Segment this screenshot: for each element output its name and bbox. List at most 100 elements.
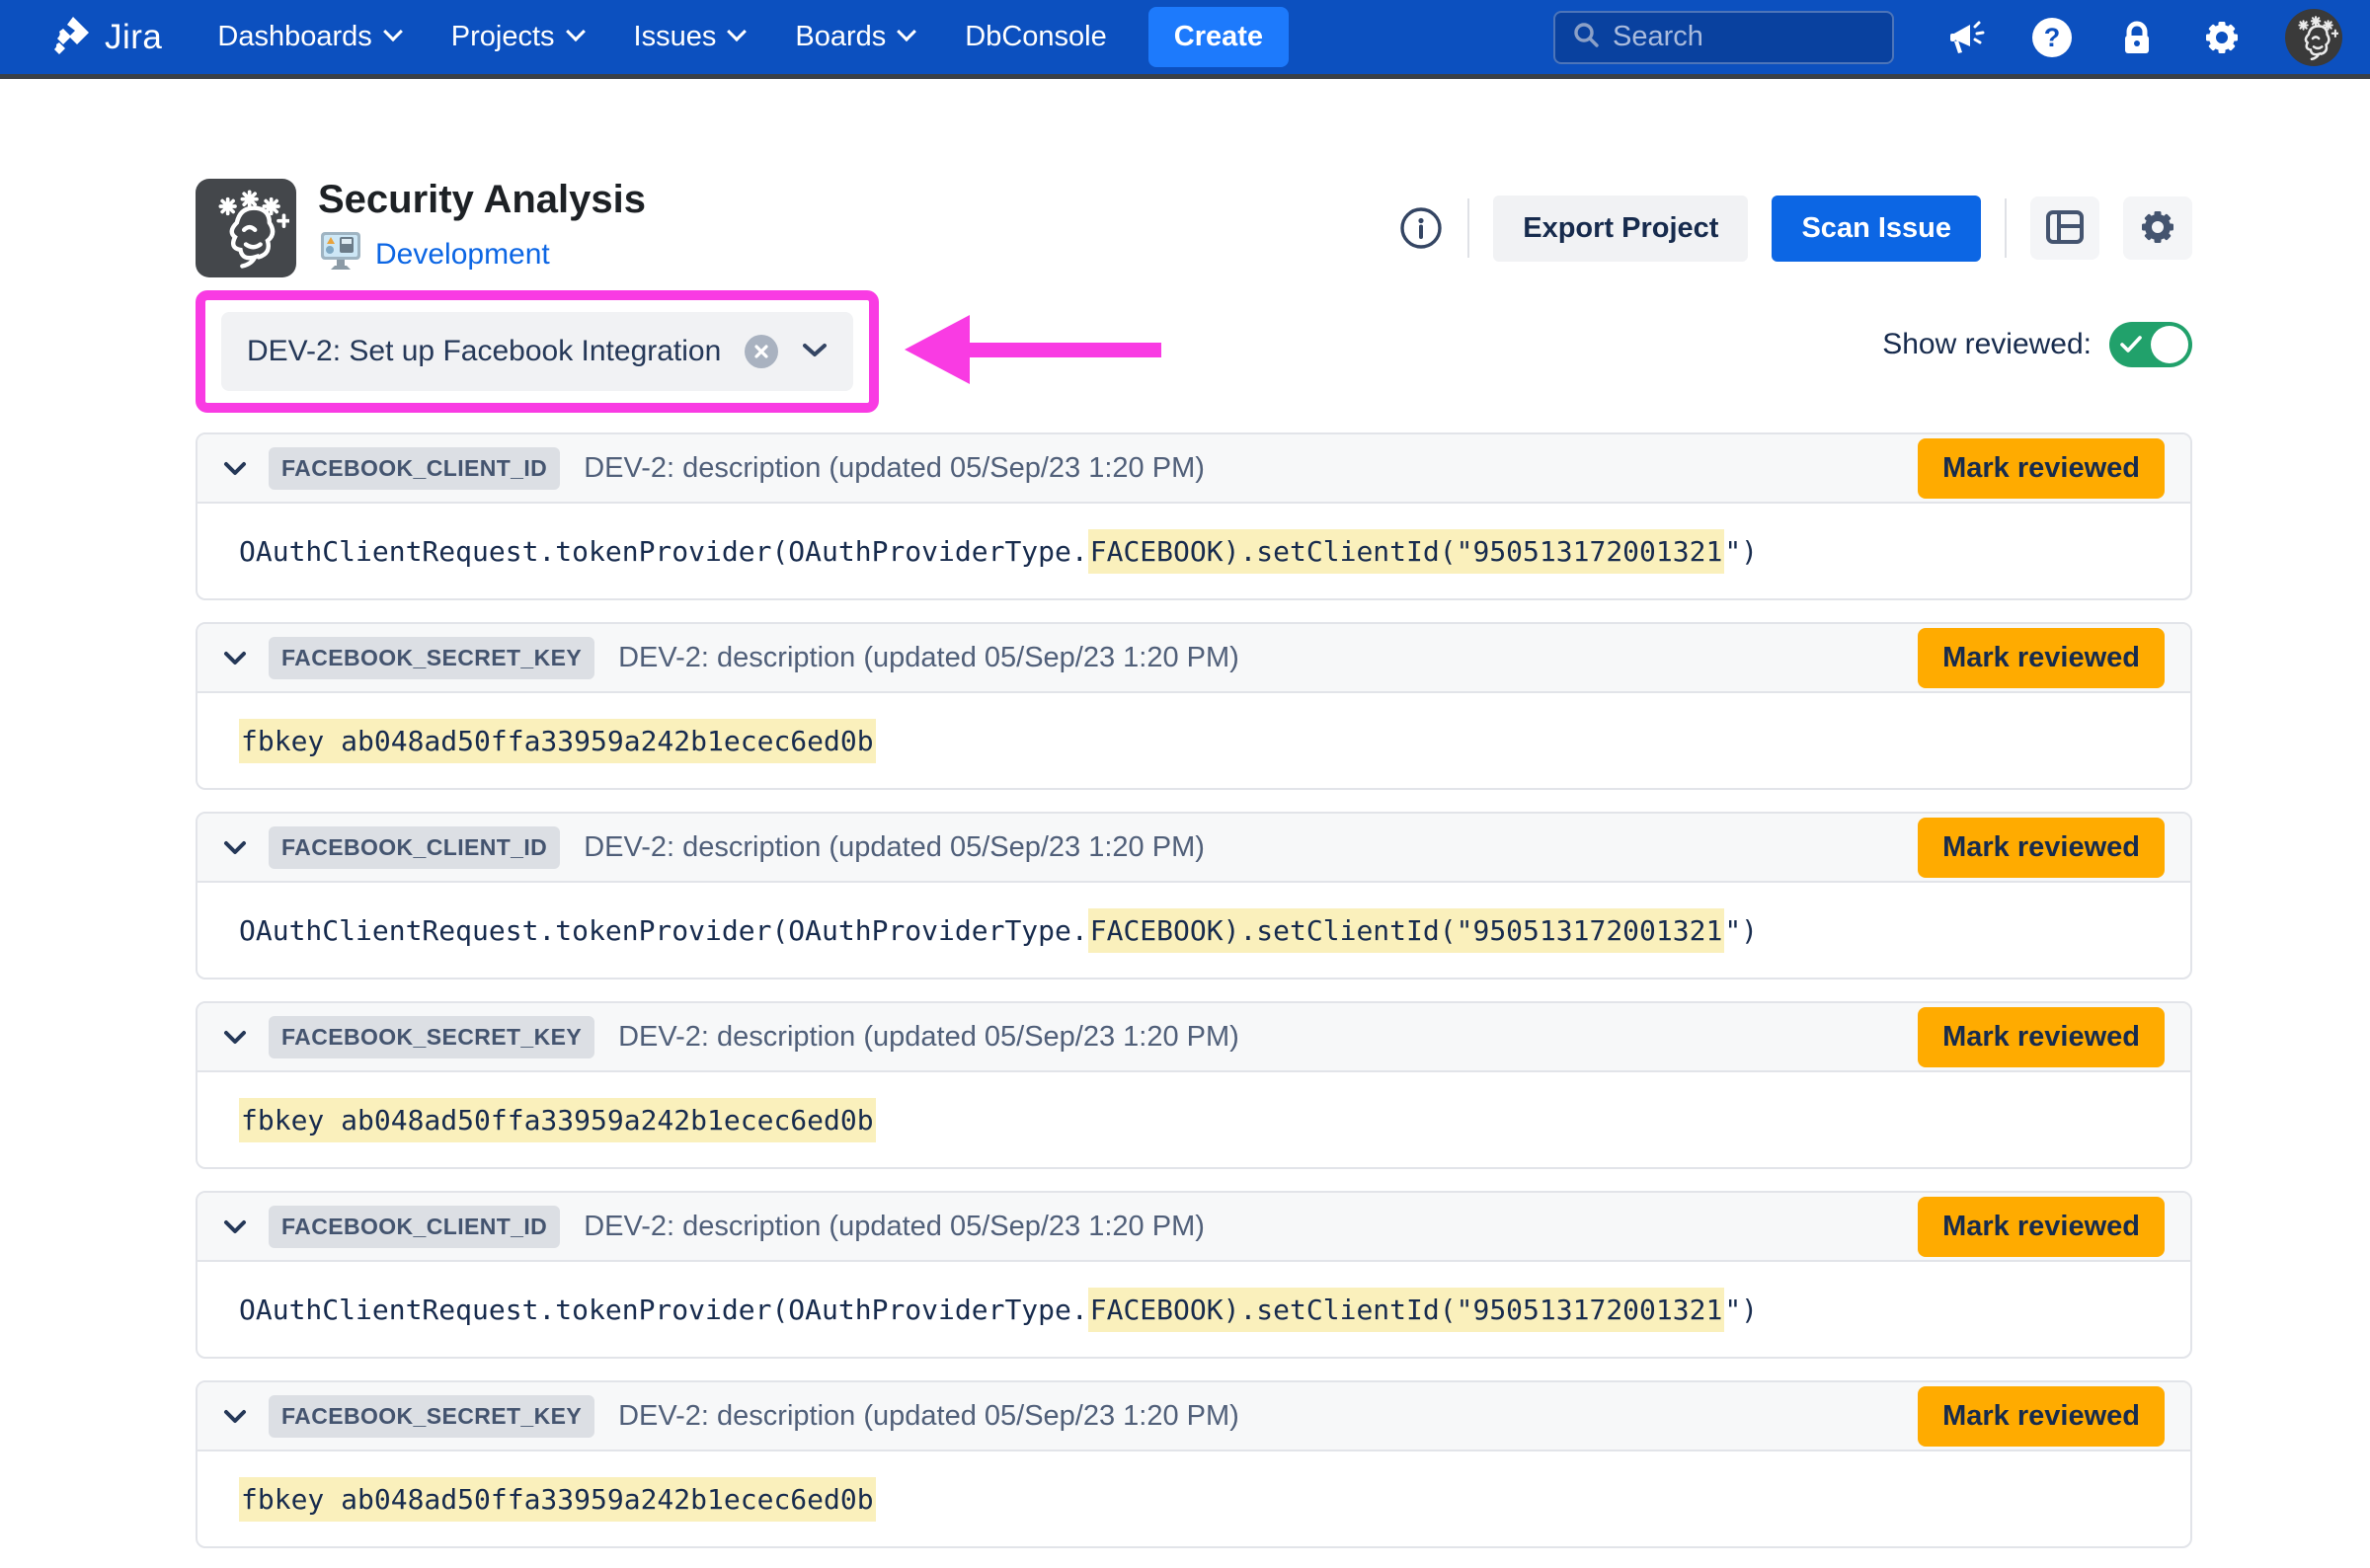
- collapse-chevron-icon[interactable]: [223, 1030, 247, 1045]
- finding-description: DEV-2: description (updated 05/Sep/23 1:…: [618, 1021, 1239, 1054]
- finding-body: OAuthClientRequest.tokenProvider(OAuthPr…: [198, 504, 2190, 598]
- annotation-arrow: [905, 308, 1163, 396]
- finding-header: FACEBOOK_SECRET_KEY DEV-2: description (…: [198, 1003, 2190, 1072]
- divider: [2005, 198, 2007, 258]
- layout-view-button[interactable]: [2030, 196, 2099, 260]
- finding-header: FACEBOOK_SECRET_KEY DEV-2: description (…: [198, 1382, 2190, 1451]
- nav-item-boards[interactable]: Boards: [795, 21, 913, 53]
- finding-header: FACEBOOK_CLIENT_ID DEV-2: description (u…: [198, 814, 2190, 883]
- secret-highlight: fbkey ab048ad50ffa33959a242b1ecec6ed0b: [239, 1477, 876, 1522]
- finding-body: fbkey ab048ad50ffa33959a242b1ecec6ed0b: [198, 1072, 2190, 1167]
- clear-selection-icon[interactable]: [745, 335, 778, 368]
- mark-reviewed-button[interactable]: Mark reviewed: [1918, 1197, 2165, 1257]
- finding-card: FACEBOOK_CLIENT_ID DEV-2: description (u…: [196, 812, 2192, 980]
- finding-code-snippet: fbkey ab048ad50ffa33959a242b1ecec6ed0b: [239, 1104, 876, 1137]
- scan-issue-button[interactable]: Scan Issue: [1772, 196, 1981, 262]
- finding-code-snippet: OAuthClientRequest.tokenProvider(OAuthPr…: [239, 1294, 1758, 1326]
- finding-code-snippet: fbkey ab048ad50ffa33959a242b1ecec6ed0b: [239, 725, 876, 757]
- nav-item-dashboards[interactable]: Dashboards: [217, 21, 399, 53]
- page-settings-button[interactable]: [2123, 196, 2192, 260]
- help-icon[interactable]: ?: [2030, 16, 2074, 59]
- info-icon[interactable]: [1398, 205, 1444, 251]
- collapse-chevron-icon[interactable]: [223, 1409, 247, 1424]
- finding-body: OAuthClientRequest.tokenProvider(OAuthPr…: [198, 883, 2190, 978]
- finding-header: FACEBOOK_SECRET_KEY DEV-2: description (…: [198, 624, 2190, 693]
- finding-description: DEV-2: description (updated 05/Sep/23 1:…: [584, 1211, 1205, 1243]
- finding-header: FACEBOOK_CLIENT_ID DEV-2: description (u…: [198, 1193, 2190, 1262]
- search-input[interactable]: [1613, 21, 1876, 53]
- show-reviewed-control: Show reviewed:: [1882, 322, 2192, 367]
- create-button[interactable]: Create: [1148, 7, 1289, 67]
- findings-list: FACEBOOK_CLIENT_ID DEV-2: description (u…: [196, 432, 2192, 1548]
- finding-body: OAuthClientRequest.tokenProvider(OAuthPr…: [198, 1262, 2190, 1357]
- secret-highlight: FACEBOOK).setClientId("950513172001321: [1088, 908, 1725, 953]
- settings-icon[interactable]: [2200, 16, 2244, 59]
- nav-item-dbconsole[interactable]: DbConsole: [965, 21, 1106, 53]
- finding-type-badge: FACEBOOK_CLIENT_ID: [269, 447, 560, 490]
- page-header: Security Analysis: [196, 178, 2192, 278]
- issue-select-value: DEV-2: Set up Facebook Integration: [247, 335, 721, 368]
- top-navbar: Jira Dashboards Projects Issues Boards D…: [0, 0, 2370, 79]
- page-title: Security Analysis: [318, 178, 646, 222]
- finding-code-snippet: fbkey ab048ad50ffa33959a242b1ecec6ed0b: [239, 1483, 876, 1516]
- jira-logo-icon: [49, 13, 93, 61]
- announcement-icon[interactable]: [1945, 16, 1989, 59]
- project-avatar: [196, 179, 296, 277]
- layout-icon: [2045, 209, 2085, 248]
- finding-type-badge: FACEBOOK_SECRET_KEY: [269, 1016, 594, 1058]
- user-avatar[interactable]: [2285, 9, 2342, 66]
- annotated-issue-filter: DEV-2: Set up Facebook Integration: [196, 290, 1163, 413]
- show-reviewed-toggle[interactable]: [2109, 322, 2192, 367]
- nav-item-projects[interactable]: Projects: [451, 21, 583, 53]
- lock-icon[interactable]: [2115, 16, 2159, 59]
- divider: [1467, 198, 1469, 258]
- nav-menu: Dashboards Projects Issues Boards DbCons…: [217, 21, 1106, 53]
- collapse-chevron-icon[interactable]: [223, 1219, 247, 1234]
- finding-card: FACEBOOK_SECRET_KEY DEV-2: description (…: [196, 1001, 2192, 1169]
- gear-icon: [2136, 205, 2179, 252]
- finding-description: DEV-2: description (updated 05/Sep/23 1:…: [584, 831, 1205, 864]
- nav-item-issues[interactable]: Issues: [634, 21, 745, 53]
- secret-highlight: FACEBOOK).setClientId("950513172001321: [1088, 1288, 1725, 1332]
- finding-card: FACEBOOK_CLIENT_ID DEV-2: description (u…: [196, 432, 2192, 600]
- mark-reviewed-button[interactable]: Mark reviewed: [1918, 1386, 2165, 1447]
- finding-card: FACEBOOK_CLIENT_ID DEV-2: description (u…: [196, 1191, 2192, 1359]
- show-reviewed-label: Show reviewed:: [1882, 328, 2092, 361]
- search-icon: [1571, 20, 1601, 54]
- finding-code-snippet: OAuthClientRequest.tokenProvider(OAuthPr…: [239, 535, 1758, 568]
- finding-card: FACEBOOK_SECRET_KEY DEV-2: description (…: [196, 1380, 2192, 1548]
- collapse-chevron-icon[interactable]: [223, 651, 247, 666]
- finding-description: DEV-2: description (updated 05/Sep/23 1:…: [618, 642, 1239, 674]
- collapse-chevron-icon[interactable]: [223, 840, 247, 855]
- finding-type-badge: FACEBOOK_CLIENT_ID: [269, 1206, 560, 1248]
- finding-type-badge: FACEBOOK_CLIENT_ID: [269, 826, 560, 869]
- mark-reviewed-button[interactable]: Mark reviewed: [1918, 818, 2165, 878]
- chevron-down-icon[interactable]: [802, 342, 828, 362]
- finding-description: DEV-2: description (updated 05/Sep/23 1:…: [618, 1400, 1239, 1433]
- export-project-button[interactable]: Export Project: [1493, 196, 1748, 262]
- finding-body: fbkey ab048ad50ffa33959a242b1ecec6ed0b: [198, 693, 2190, 788]
- secret-highlight: fbkey ab048ad50ffa33959a242b1ecec6ed0b: [239, 1098, 876, 1142]
- mark-reviewed-button[interactable]: Mark reviewed: [1918, 438, 2165, 499]
- collapse-chevron-icon[interactable]: [223, 461, 247, 476]
- jira-brand[interactable]: Jira: [49, 13, 162, 61]
- finding-card: FACEBOOK_SECRET_KEY DEV-2: description (…: [196, 622, 2192, 790]
- finding-body: fbkey ab048ad50ffa33959a242b1ecec6ed0b: [198, 1451, 2190, 1546]
- check-icon: [2120, 335, 2142, 354]
- toggle-knob: [2151, 326, 2188, 363]
- project-monitor-icon: [318, 230, 363, 278]
- issue-select-dropdown[interactable]: DEV-2: Set up Facebook Integration: [221, 312, 853, 391]
- mark-reviewed-button[interactable]: Mark reviewed: [1918, 628, 2165, 688]
- mark-reviewed-button[interactable]: Mark reviewed: [1918, 1007, 2165, 1067]
- secret-highlight: FACEBOOK).setClientId("950513172001321: [1088, 529, 1725, 574]
- breadcrumb: Development: [318, 230, 646, 278]
- finding-header: FACEBOOK_CLIENT_ID DEV-2: description (u…: [198, 434, 2190, 504]
- brand-name: Jira: [105, 18, 162, 57]
- finding-description: DEV-2: description (updated 05/Sep/23 1:…: [584, 452, 1205, 485]
- global-search[interactable]: [1553, 11, 1894, 64]
- annotation-highlight-box: DEV-2: Set up Facebook Integration: [196, 290, 879, 413]
- finding-type-badge: FACEBOOK_SECRET_KEY: [269, 1395, 594, 1438]
- navbar-right: ?: [1553, 9, 2342, 66]
- breadcrumb-link-development[interactable]: Development: [375, 238, 550, 272]
- finding-type-badge: FACEBOOK_SECRET_KEY: [269, 637, 594, 679]
